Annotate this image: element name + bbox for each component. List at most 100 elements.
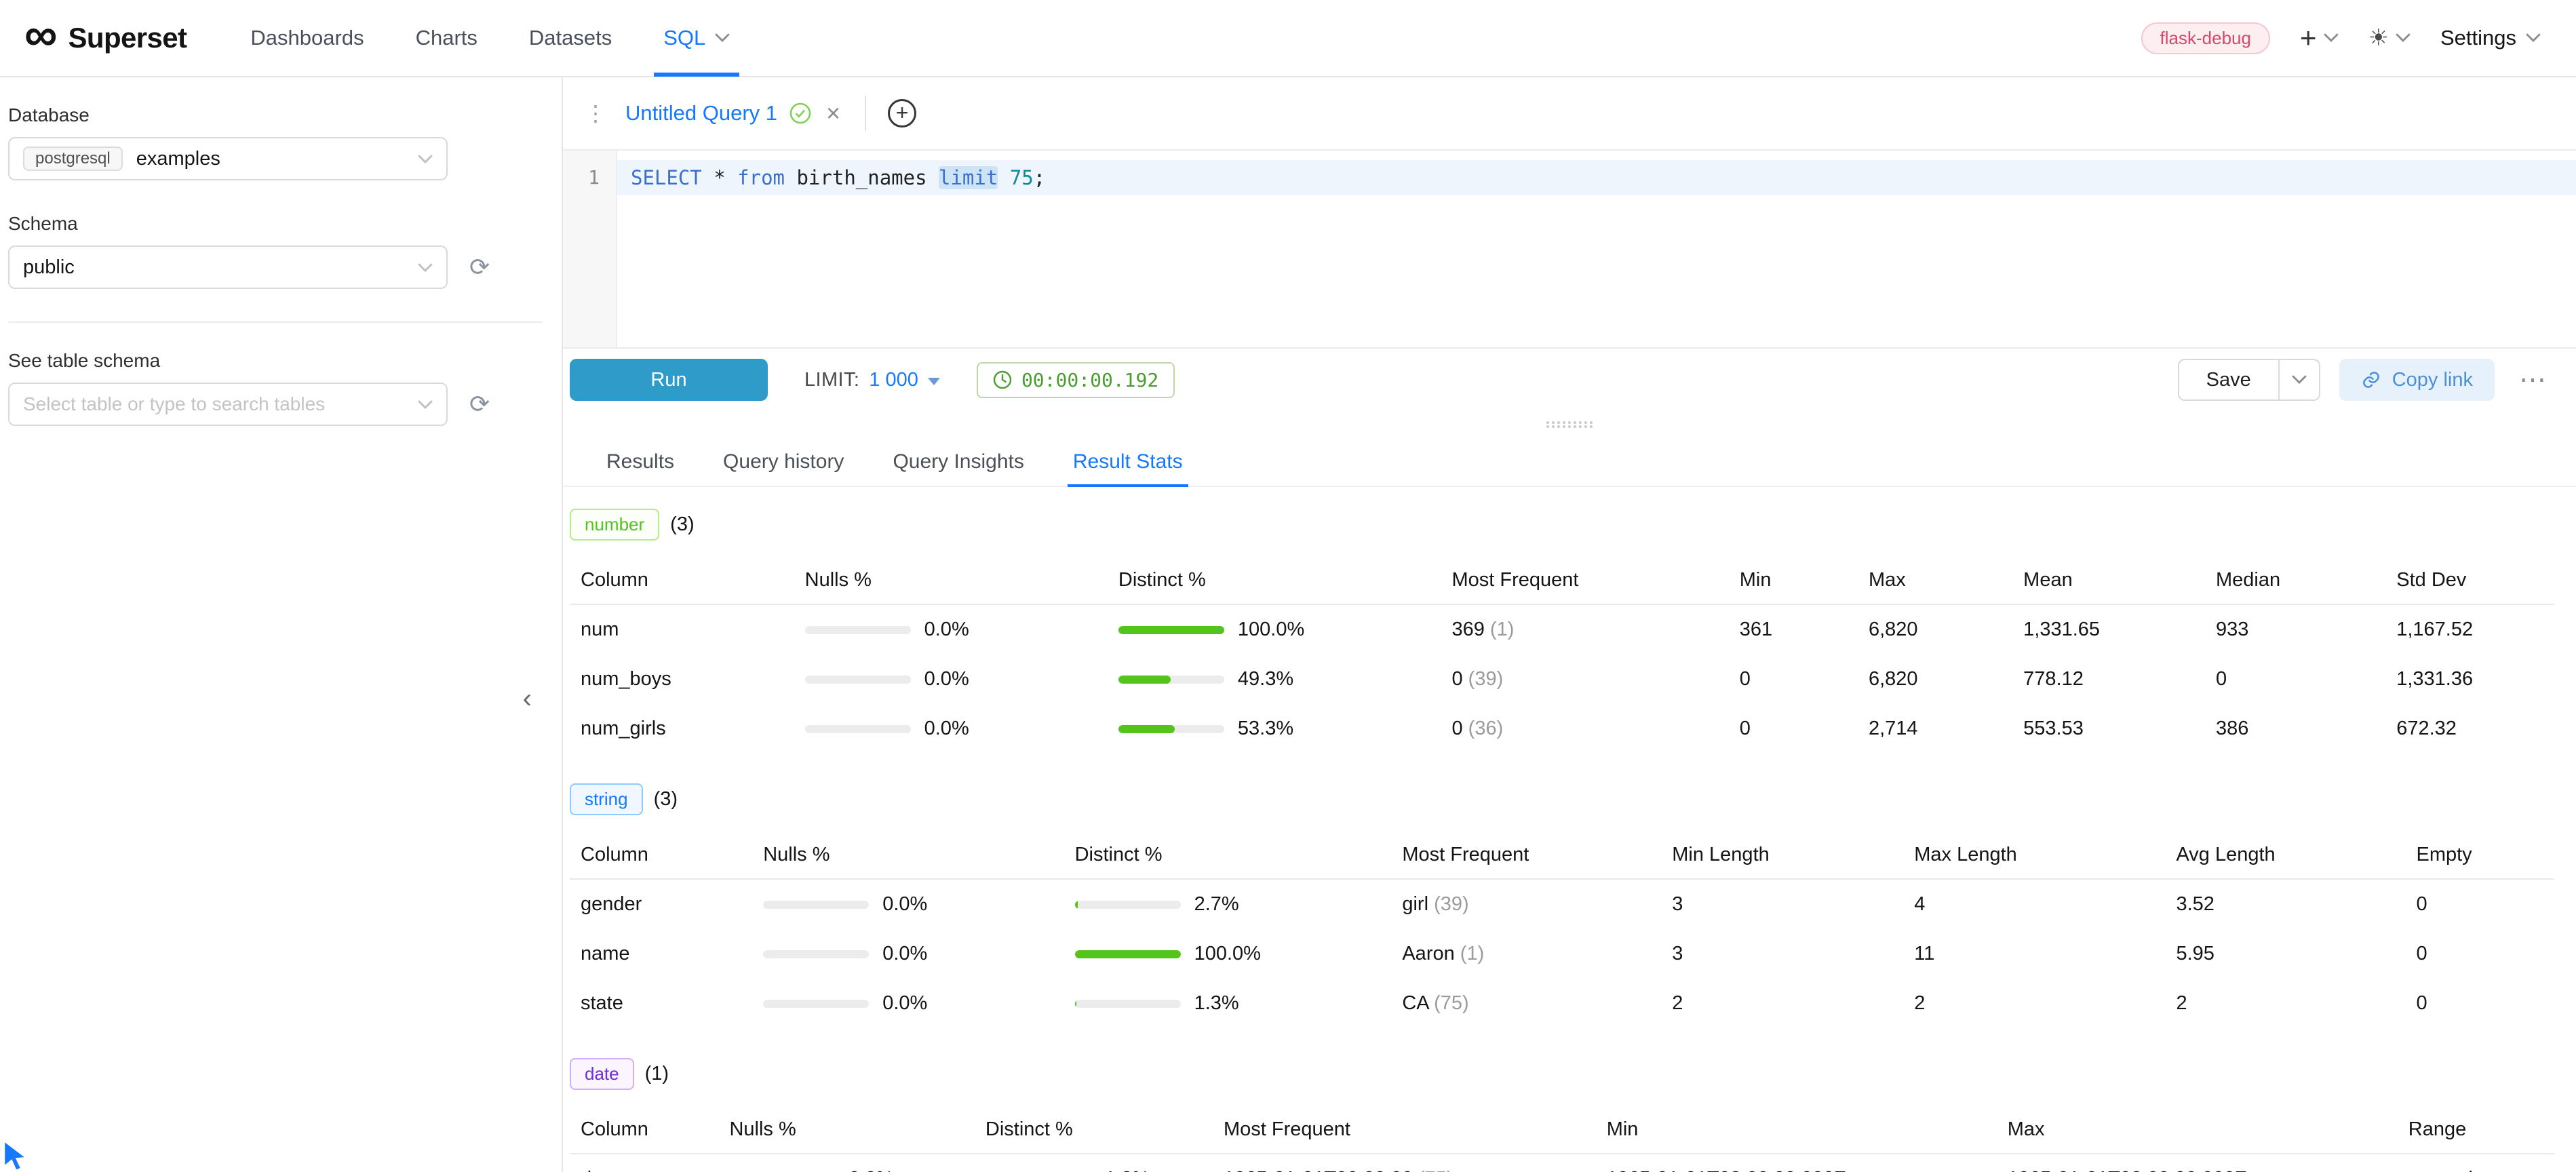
schema-label: Schema <box>8 213 562 235</box>
brand-name: Superset <box>68 22 187 54</box>
nulls-progress-bar <box>763 901 869 909</box>
add-new-button[interactable]: + <box>2300 24 2339 52</box>
column-header: Column <box>570 1106 718 1154</box>
cell-value: 933 <box>2205 604 2385 655</box>
cell-column-name: num_girls <box>570 704 794 754</box>
caret-down-icon <box>928 378 940 385</box>
chevron-down-icon <box>2526 33 2541 43</box>
stats-sections: number(3)ColumnNulls %Distinct %Most Fre… <box>563 487 2576 1172</box>
line-number: 1 <box>563 160 616 195</box>
column-header: Most Frequent <box>1213 1106 1596 1154</box>
code-token: birth_names <box>785 166 939 189</box>
add-tab-button[interactable]: + <box>888 99 916 128</box>
most-frequent-value: girl <box>1402 893 1428 915</box>
cell-nulls-pct: 0.0% <box>794 604 1108 655</box>
sql-editor[interactable]: 1 SELECT * from birth_names limit 75; <box>563 151 2576 349</box>
distinct-progress-bar <box>1075 950 1181 958</box>
settings-menu[interactable]: Settings <box>2440 26 2541 50</box>
pane-splitter[interactable] <box>563 411 2576 438</box>
limit-dropdown[interactable]: LIMIT: 1 000 <box>804 369 940 391</box>
copy-link-label: Copy link <box>2392 369 2473 391</box>
column-header: Column <box>570 832 752 879</box>
nav-datasets[interactable]: Datasets <box>503 0 638 77</box>
nav-dashboards[interactable]: Dashboards <box>225 0 389 77</box>
column-header: Most Frequent <box>1441 557 1728 604</box>
tab-query-history[interactable]: Query history <box>701 438 865 486</box>
table-schema-label: See table schema <box>8 350 562 372</box>
refresh-tables-icon[interactable]: ⟳ <box>469 392 490 416</box>
code-token: from <box>737 166 785 189</box>
tab-result-stats[interactable]: Result Stats <box>1051 438 1205 486</box>
type-badge: number <box>570 509 659 541</box>
sqllab-content: ⋮ Untitled Query 1 × + 1 <box>563 77 2576 1172</box>
table-row: gender0.0%2.7%girl (39)343.520 <box>570 879 2554 929</box>
cell-distinct-pct: 1.3% <box>975 1154 1213 1172</box>
database-select[interactable]: postgresql examples <box>8 137 448 180</box>
database-type-tag: postgresql <box>23 146 123 171</box>
collapse-panel-button[interactable]: ‹ <box>523 685 532 712</box>
distinct-pct-label: 100.0% <box>1238 619 1304 641</box>
nulls-pct-label: 0.0% <box>924 718 969 740</box>
most-frequent-count: (1) <box>1455 943 1485 964</box>
cell-value: 3.52 <box>2165 879 2405 929</box>
refresh-schemas-icon[interactable]: ⟳ <box>469 255 490 279</box>
main-nav: Dashboards Charts Datasets SQL <box>225 0 756 77</box>
cell-nulls-pct: 0.0% <box>752 929 1063 979</box>
distinct-pct-label: 1.3% <box>1194 992 1239 1015</box>
cell-column-name: ds <box>570 1154 718 1172</box>
schema-select[interactable]: public <box>8 246 448 289</box>
run-query-button[interactable]: Run <box>570 359 768 401</box>
code-token: 75 <box>1010 166 1034 189</box>
save-dropdown-button[interactable] <box>2280 359 2320 401</box>
cell-most-frequent: 1965-01-01T00:00:00 (75) <box>1213 1154 1596 1172</box>
column-header: Nulls % <box>794 557 1108 604</box>
column-header: Min Length <box>1661 832 1903 879</box>
more-options-button[interactable]: ⋯ <box>2514 366 2552 393</box>
nulls-pct-label: 0.0% <box>924 668 969 690</box>
table-header-row: ColumnNulls %Distinct %Most FrequentMin … <box>570 832 2554 879</box>
table-select[interactable]: Select table or type to search tables <box>8 383 448 426</box>
distinct-pct-label: 49.3% <box>1238 668 1293 690</box>
tab-drag-handle-icon[interactable]: ⋮ <box>585 100 606 126</box>
table-row: num_girls0.0%53.3%0 (36)02,714553.533866… <box>570 704 2554 754</box>
column-header: Min <box>1596 1106 1997 1154</box>
chevron-down-icon <box>418 155 433 164</box>
stats-table: ColumnNulls %Distinct %Most FrequentMinM… <box>570 1106 2554 1172</box>
nulls-progress-bar <box>763 1000 869 1008</box>
distinct-progress-bar <box>1118 626 1224 634</box>
type-badge: date <box>570 1058 634 1090</box>
limit-value: 1 000 <box>869 369 918 391</box>
cell-most-frequent: girl (39) <box>1391 879 1661 929</box>
nulls-progress-bar <box>805 725 911 733</box>
close-tab-icon[interactable]: × <box>826 101 840 125</box>
cell-column-name: state <box>570 979 752 1028</box>
query-tab[interactable]: Untitled Query 1 × <box>614 101 851 125</box>
cell-value: 0 <box>1729 655 1858 704</box>
tab-query-insights[interactable]: Query Insights <box>871 438 1045 486</box>
cell-column-name: num <box>570 604 794 655</box>
save-button[interactable]: Save <box>2178 359 2280 401</box>
type-badge: string <box>570 783 643 815</box>
cell-value: 778.12 <box>2012 655 2205 704</box>
copy-link-button[interactable]: Copy link <box>2339 359 2495 401</box>
editor-code-area[interactable]: SELECT * from birth_names limit 75; <box>617 151 2576 347</box>
sql-toolbar: Run LIMIT: 1 000 00:00:00.192 Save <box>563 349 2576 411</box>
most-frequent-count: (75) <box>1413 1168 1453 1172</box>
theme-toggle-button[interactable]: ☀ <box>2368 26 2411 50</box>
tab-results[interactable]: Results <box>585 438 696 486</box>
superset-logo[interactable]: ∞ Superset <box>24 18 187 58</box>
cell-distinct-pct: 100.0% <box>1108 604 1441 655</box>
code-token <box>702 166 714 189</box>
timer-value: 00:00:00.192 <box>1021 369 1158 391</box>
column-header: Empty <box>2405 832 2554 879</box>
nav-charts[interactable]: Charts <box>390 0 503 77</box>
column-header: Nulls % <box>718 1106 974 1154</box>
cell-value: 1965-01-01T03:00:00.000Z <box>1596 1154 1997 1172</box>
nulls-progress-bar <box>805 676 911 684</box>
table-row: num0.0%100.0%369 (1)3616,8201,331.659331… <box>570 604 2554 655</box>
nav-sql[interactable]: SQL <box>638 0 756 77</box>
cell-column-name: gender <box>570 879 752 929</box>
stats-section-string: string(3)ColumnNulls %Distinct %Most Fre… <box>570 783 2554 1028</box>
nulls-pct-label: 0.0% <box>882 992 927 1015</box>
cell-value: 3 <box>1661 879 1903 929</box>
